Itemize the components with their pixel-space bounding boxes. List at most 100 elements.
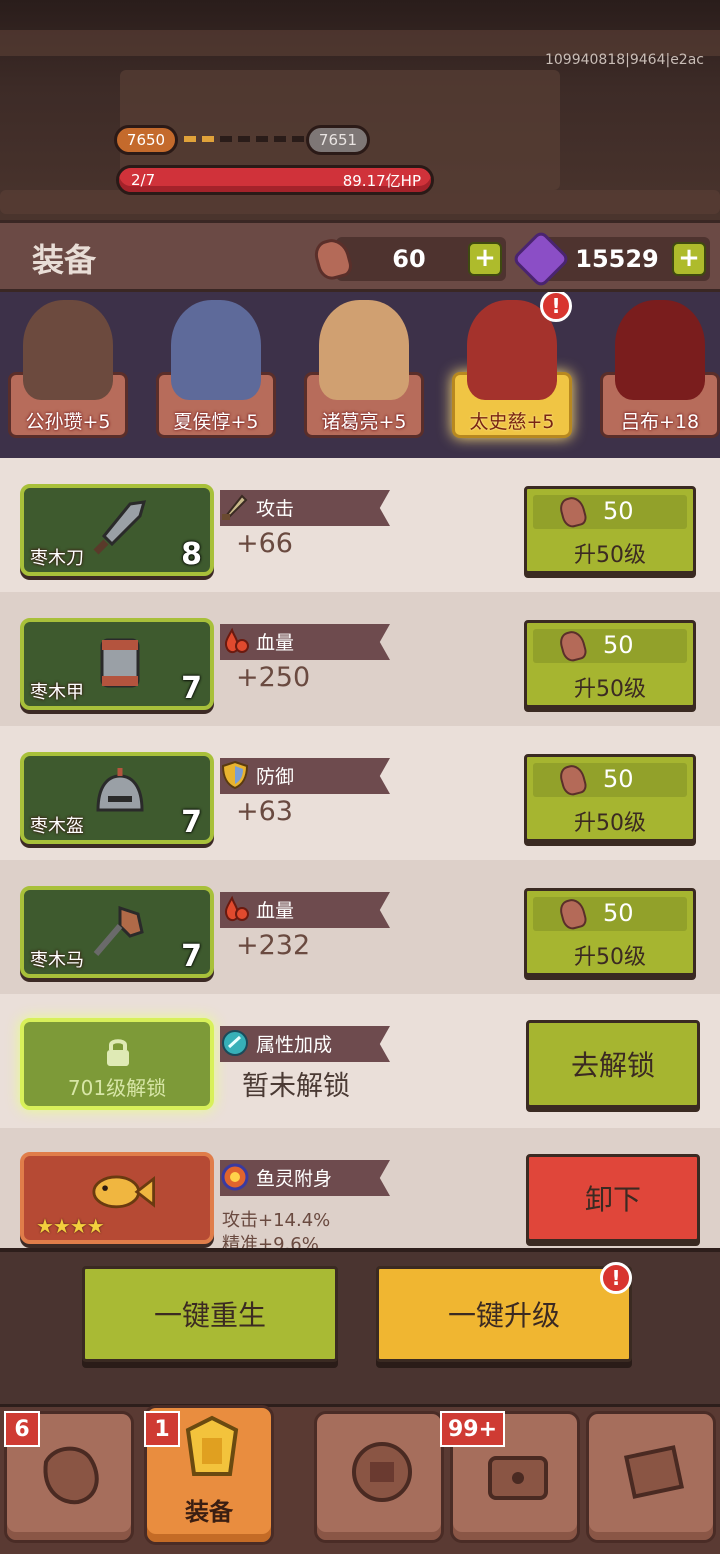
- boss-progress: 2/7: [131, 171, 156, 189]
- equipment-list: 枣木刀 8 攻击 +66 50 升50级 枣木甲 7 血量 +250 50 升5…: [0, 458, 720, 1248]
- equipment-row: 枣木盔 7 防御 +63 50 升50级: [0, 726, 720, 860]
- equipment-name: 枣木刀: [30, 548, 84, 569]
- hero-portrait: [171, 300, 261, 400]
- stat-value: +63: [236, 796, 293, 827]
- nav-badge: 99+: [440, 1411, 506, 1447]
- alert-icon: !: [600, 1262, 632, 1294]
- nav-label: 装备: [185, 1498, 233, 1526]
- knife-icon: [93, 500, 147, 555]
- upgrade-label: 升50级: [574, 543, 646, 568]
- ore-amount: 60: [392, 245, 426, 273]
- scroll-icon: [623, 1445, 685, 1499]
- bag-icon: [43, 1446, 99, 1505]
- bonus-orb-icon: [222, 1030, 248, 1056]
- shield-icon: [221, 760, 249, 790]
- equipment-name: 枣木盔: [30, 816, 84, 837]
- go-unlock-button[interactable]: 去解锁: [526, 1020, 700, 1108]
- upgrade-button[interactable]: 50 升50级: [524, 486, 696, 574]
- bonus-status: 暂未解锁: [242, 1071, 350, 1102]
- page-title: 装备: [32, 241, 97, 279]
- hero-card[interactable]: 吕布+18: [600, 292, 720, 444]
- stat-value: +66: [236, 528, 293, 559]
- fish-row: ★★★★ 鱼灵附身 攻击+14.4% 精准+9.6% 卸下: [0, 1128, 720, 1248]
- equipment-header: 装备 60 + 15529 +: [0, 220, 720, 292]
- equipment-slot[interactable]: 枣木马 7: [20, 886, 214, 978]
- upgrade-cost: 50: [603, 765, 634, 793]
- nav-tab-forge[interactable]: [314, 1411, 444, 1543]
- stage-next: 7651: [306, 125, 370, 155]
- upgrade-button[interactable]: 50 升50级: [524, 888, 696, 976]
- upgrade-button[interactable]: 50 升50级: [524, 620, 696, 708]
- hero-name: 公孙瓒+5: [25, 411, 111, 433]
- forge-icon: [352, 1442, 412, 1502]
- rebirth-all-button[interactable]: 一键重生: [82, 1266, 338, 1362]
- gem-icon: [511, 229, 571, 289]
- add-ore-button[interactable]: +: [468, 242, 502, 276]
- hero-name: 太史慈+5: [469, 411, 555, 433]
- nav-badge: 1: [144, 1411, 180, 1447]
- ore-icon: [311, 235, 355, 283]
- stat-label: 防御: [256, 766, 295, 788]
- nav-badge: 6: [4, 1411, 40, 1447]
- hero-portrait: [615, 300, 705, 400]
- sword-icon: [222, 494, 248, 520]
- stat-label: 攻击: [256, 498, 295, 520]
- boss-hp-bar: 2/7 89.17亿HP: [116, 165, 434, 195]
- stat-value: +250: [236, 662, 311, 693]
- hero-name: 诸葛亮+5: [321, 411, 407, 433]
- stat-label: 属性加成: [256, 1034, 333, 1056]
- upgrade-all-button[interactable]: 一键升级: [376, 1266, 632, 1362]
- nav-tab-scroll[interactable]: [586, 1411, 716, 1543]
- hero-name: 夏侯惇+5: [173, 411, 259, 433]
- unequip-button[interactable]: 卸下: [526, 1154, 700, 1242]
- blood-icon: [224, 627, 249, 654]
- hero-card[interactable]: 夏侯惇+5: [156, 292, 276, 444]
- lock-icon: [107, 1039, 129, 1066]
- bottom-nav: 6 装备 1 99+: [0, 1404, 720, 1554]
- gem-amount: 15529: [575, 245, 659, 273]
- hero-portrait: [319, 300, 409, 400]
- action-bar: 一键重生 一键升级 !: [0, 1248, 720, 1404]
- hero-card-selected[interactable]: ! 太史慈+5: [452, 292, 572, 444]
- stat-label: 血量: [256, 632, 295, 654]
- fish-icon: [92, 1175, 155, 1209]
- equipment-slot[interactable]: 枣木刀 8: [20, 484, 214, 576]
- unlock-requirement: 701级解锁: [67, 1076, 167, 1100]
- star-rating: ★★★★: [36, 1214, 105, 1238]
- ore-currency: 60 +: [311, 235, 506, 283]
- hero-portrait: [23, 300, 113, 400]
- horse-icon: [93, 905, 144, 956]
- alert-icon: !: [540, 292, 572, 322]
- locked-slot[interactable]: 701级解锁: [20, 1018, 214, 1110]
- upgrade-cost: 50: [603, 497, 634, 525]
- equipment-row: 枣木马 7 血量 +232 50 升50级: [0, 860, 720, 994]
- equipment-name: 枣木马: [30, 950, 84, 971]
- battle-scene: 109940818|9464|e2ac 7650 7651 2/7 89.17亿…: [0, 0, 720, 220]
- stage-progress: [184, 136, 322, 142]
- upgrade-label: 升50级: [574, 811, 646, 836]
- equipment-slot[interactable]: 枣木甲 7: [20, 618, 214, 710]
- equipment-level: 7: [181, 805, 202, 840]
- equipment-slot[interactable]: 枣木盔 7: [20, 752, 214, 844]
- upgrade-button[interactable]: 50 升50级: [524, 754, 696, 842]
- bonus-row: 701级解锁 属性加成 暂未解锁 去解锁: [0, 994, 720, 1128]
- upgrade-cost: 50: [603, 631, 634, 659]
- build-id: 109940818|9464|e2ac: [544, 52, 704, 68]
- stat-label: 血量: [256, 900, 295, 922]
- upgrade-label: 升50级: [574, 945, 646, 970]
- upgrade-all-label: 一键升级: [447, 1299, 560, 1332]
- boss-hp: 89.17亿HP: [342, 171, 421, 190]
- stat-value: +232: [236, 930, 311, 961]
- hero-card[interactable]: 公孙瓒+5: [8, 292, 128, 444]
- stage-current: 7650: [114, 125, 178, 155]
- armor-icon: [100, 638, 140, 688]
- equipment-level: 7: [181, 939, 202, 974]
- armor-icon: [185, 1415, 239, 1476]
- gem-currency: 15529 +: [511, 229, 710, 289]
- fish-slot[interactable]: ★★★★: [20, 1152, 214, 1244]
- fish-stat-accuracy: 精准+9.6%: [222, 1234, 319, 1248]
- fish-spirit-icon: [221, 1163, 249, 1191]
- equipment-row: 枣木甲 7 血量 +250 50 升50级: [0, 592, 720, 726]
- hero-card[interactable]: 诸葛亮+5: [304, 292, 424, 444]
- add-gem-button[interactable]: +: [672, 242, 706, 276]
